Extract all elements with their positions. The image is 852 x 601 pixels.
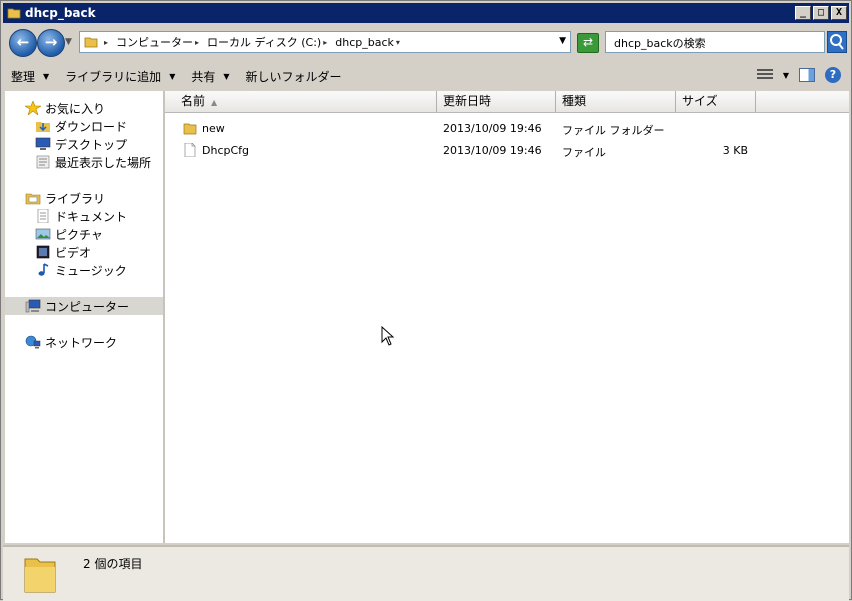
title-bar[interactable]: dhcp_back _ □ X — [3, 3, 849, 23]
chevron-down-icon[interactable]: ▼ — [559, 36, 566, 46]
breadcrumb-computer[interactable]: コンピューター ▸ — [116, 34, 203, 50]
sidebar-item-downloads[interactable]: ダウンロード — [35, 117, 127, 135]
sidebar-item-libraries[interactable]: ライブラリ — [25, 189, 105, 207]
desktop-icon — [35, 137, 51, 150]
window-title: dhcp_back — [25, 6, 96, 20]
file-modified: 2013/10/09 19:46 — [443, 122, 542, 135]
chevron-down-icon: ▼ — [223, 71, 230, 81]
file-list: 名前 ▲ 更新日時 種類 サイズ new 2013/10/09 19:46 ファイ… — [165, 91, 849, 543]
sidebar-item-favorites[interactable]: お気に入り — [25, 99, 105, 117]
chevron-down-icon[interactable]: ▼ — [65, 37, 72, 47]
refresh-icon[interactable]: ⇄ — [577, 33, 599, 53]
library-icon — [25, 193, 41, 205]
file-type: ファイル — [562, 146, 606, 159]
breadcrumb-local-disk[interactable]: ローカル ディスク (C:) ▸ — [207, 34, 331, 50]
address-bar-area: ← → ▼ ▸ コンピューター ▸ ローカル ディスク (C:) ▸ dhcp_ba… — [3, 25, 849, 61]
file-type: ファイル フォルダー — [562, 124, 665, 137]
help-icon[interactable]: ? — [825, 67, 841, 83]
videos-icon — [36, 245, 50, 259]
details-pane: 2 個の項目 — [3, 545, 849, 601]
back-button[interactable]: ← — [9, 29, 37, 57]
search-icon[interactable] — [827, 31, 847, 53]
preview-pane-icon[interactable] — [799, 68, 815, 82]
explorer-window: dhcp_back _ □ X ← → ▼ ▸ コンピューター ▸ ローカル ディ… — [0, 0, 852, 601]
column-header-name[interactable]: 名前 ▲ — [165, 91, 437, 112]
folder-icon — [7, 8, 21, 19]
add-to-library-button[interactable]: ライブラリに追加 ▼ — [57, 65, 183, 87]
sidebar-item-pictures[interactable]: ピクチャ — [35, 225, 103, 243]
sidebar-item-documents[interactable]: ドキュメント — [35, 207, 127, 225]
organize-button[interactable]: 整理 ▼ — [3, 65, 57, 87]
view-options-icon[interactable] — [756, 69, 773, 81]
star-icon — [25, 101, 41, 115]
sidebar-item-network[interactable]: ネットワーク — [25, 333, 117, 351]
share-button[interactable]: 共有 ▼ — [183, 65, 237, 87]
sidebar-item-computer[interactable]: コンピューター — [25, 297, 129, 315]
search-input[interactable]: dhcp_backの検索 — [605, 31, 825, 53]
file-icon — [184, 143, 196, 157]
file-modified: 2013/10/09 19:46 — [443, 144, 542, 157]
music-icon — [38, 263, 49, 276]
column-header-row: 名前 ▲ 更新日時 種類 サイズ — [165, 91, 849, 113]
column-header-size[interactable]: サイズ — [676, 91, 756, 112]
breadcrumb-separator[interactable]: ▸ — [102, 38, 112, 47]
item-count: 2 個の項目 — [83, 557, 143, 571]
close-button[interactable]: X — [831, 6, 847, 20]
sidebar-item-desktop[interactable]: デスクトップ — [35, 135, 127, 153]
file-name: DhcpCfg — [202, 144, 250, 157]
address-bar[interactable]: ▸ コンピューター ▸ ローカル ディスク (C:) ▸ dhcp_back ▾ ▼ — [79, 31, 571, 53]
breadcrumb-dhcp-back[interactable]: dhcp_back ▾ — [335, 36, 404, 49]
sidebar-item-videos[interactable]: ビデオ — [35, 243, 91, 261]
mouse-cursor-icon — [381, 326, 395, 346]
chevron-down-icon[interactable]: ▼ — [783, 71, 789, 80]
minimize-button[interactable]: _ — [795, 6, 811, 20]
sidebar-item-recent-places[interactable]: 最近表示した場所 — [35, 153, 151, 171]
command-bar: 整理 ▼ ライブラリに追加 ▼ 共有 ▼ 新しいフォルダー ▼ ? — [3, 63, 849, 89]
forward-button[interactable]: → — [37, 29, 65, 57]
chevron-down-icon: ▼ — [43, 71, 50, 81]
new-folder-button[interactable]: 新しいフォルダー — [238, 65, 350, 87]
file-name: new — [202, 122, 225, 135]
folder-icon — [183, 123, 197, 135]
navigation-pane: お気に入り ダウンロード デスクトップ 最近表示した場所 ライブラリ ドキュメン… — [5, 91, 163, 543]
column-header-type[interactable]: 種類 — [556, 91, 676, 112]
maximize-button[interactable]: □ — [813, 6, 829, 20]
sidebar-item-music[interactable]: ミュージック — [35, 261, 127, 279]
pictures-icon — [35, 228, 51, 240]
recent-places-icon — [36, 155, 50, 169]
sort-ascending-icon: ▲ — [211, 98, 218, 107]
chevron-down-icon: ▼ — [169, 71, 176, 81]
list-item[interactable]: DhcpCfg 2013/10/09 19:46 ファイル 3 KB — [165, 141, 849, 161]
download-folder-icon — [36, 122, 50, 132]
file-size: 3 KB — [722, 144, 748, 157]
network-icon — [25, 335, 41, 349]
column-header-modified[interactable]: 更新日時 — [437, 91, 556, 112]
computer-icon — [25, 299, 41, 313]
list-item[interactable]: new 2013/10/09 19:46 ファイル フォルダー — [165, 119, 849, 139]
documents-icon — [37, 209, 49, 223]
folder-icon — [24, 558, 56, 593]
folder-icon — [84, 37, 98, 48]
